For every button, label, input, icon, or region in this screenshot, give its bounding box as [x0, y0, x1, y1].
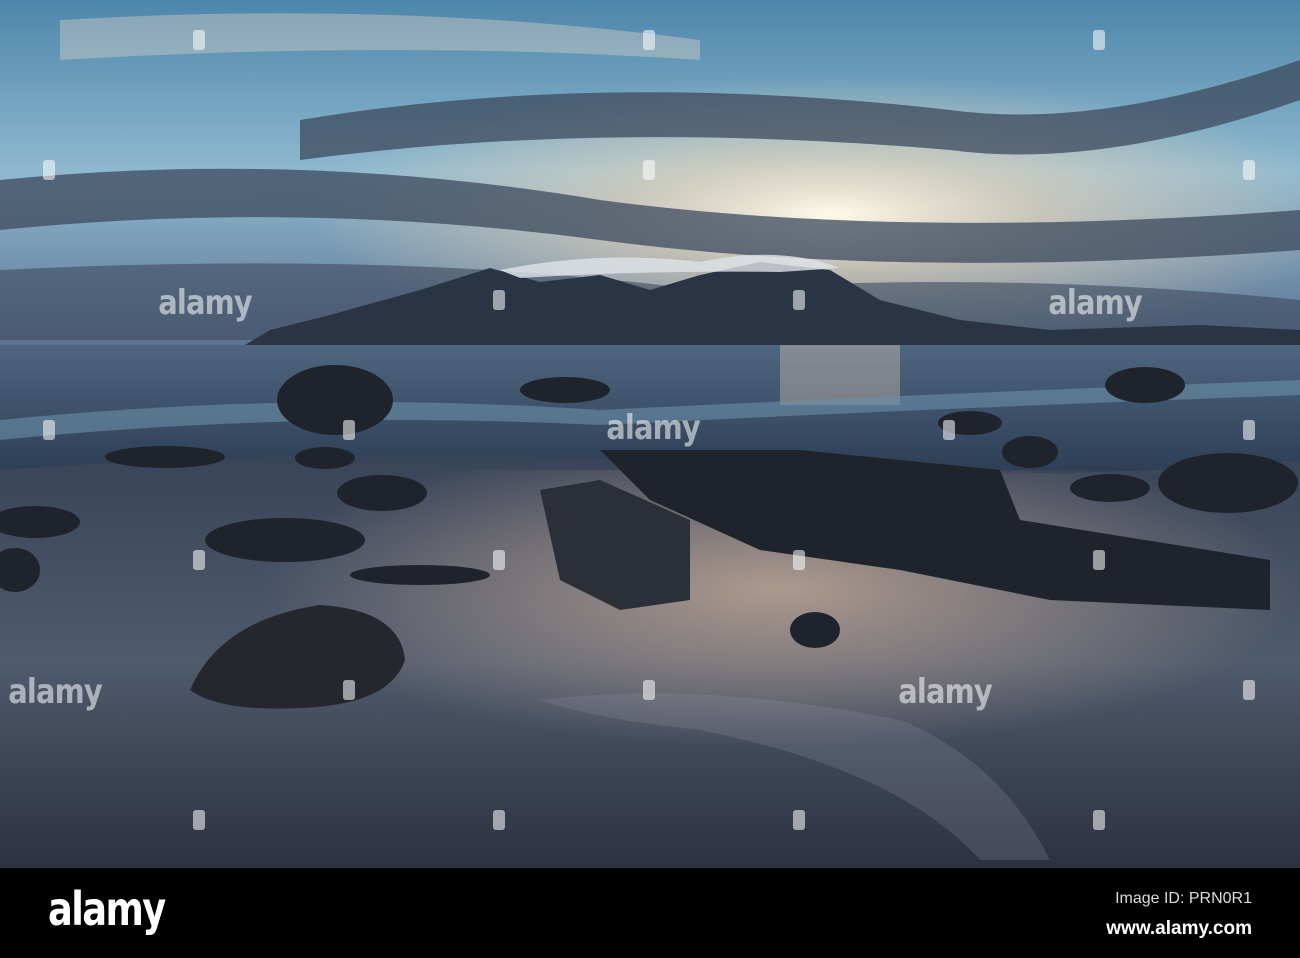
watermark: alamy — [898, 672, 992, 712]
watermark: alamy — [606, 408, 700, 448]
watermark: alamy — [8, 672, 102, 712]
image-id: Image ID: PRN0R1 — [1115, 890, 1252, 907]
watermark: alamy — [158, 283, 252, 323]
watermark: alamy — [1048, 283, 1142, 323]
site-url: www.alamy.com — [1106, 918, 1252, 939]
footer-bar: alamy Image ID: PRN0R1 www.alamy.com — [0, 868, 1300, 958]
alamy-logo: alamy — [48, 882, 166, 936]
